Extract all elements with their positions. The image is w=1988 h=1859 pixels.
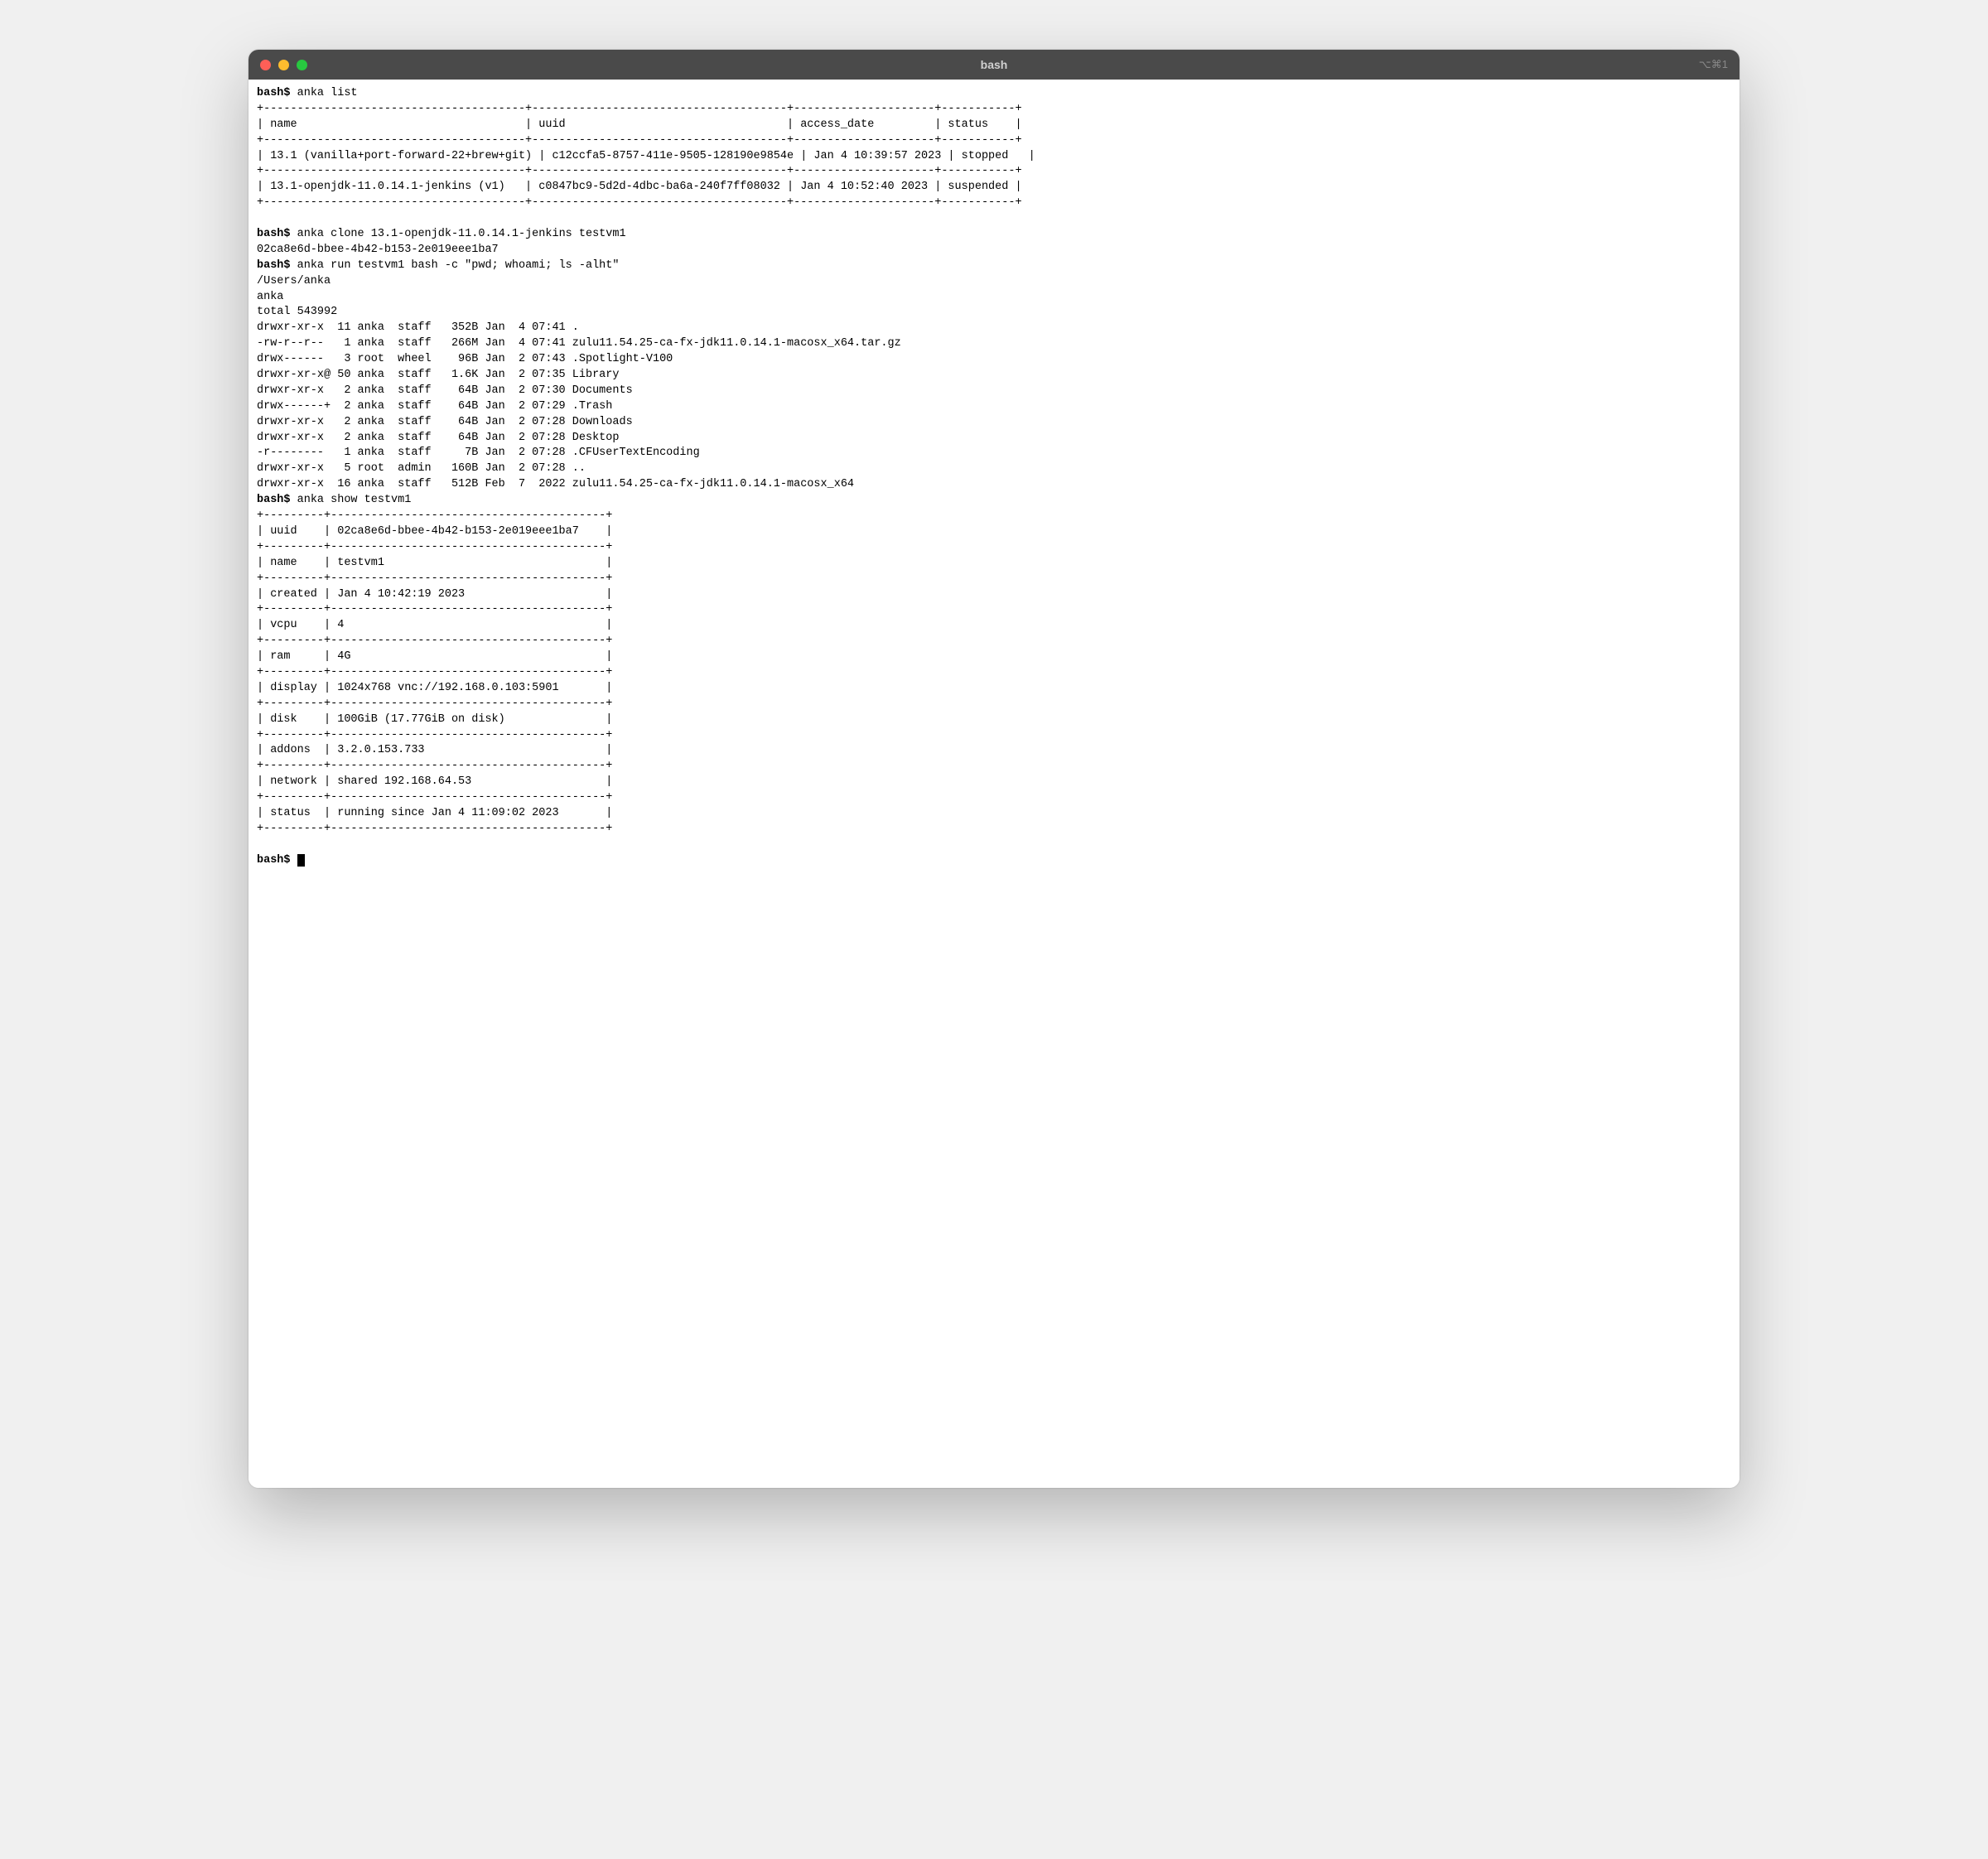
command-anka-run: anka run testvm1 bash -c "pwd; whoami; l…	[297, 259, 620, 272]
window-titlebar[interactable]: bash ⌥⌘1	[248, 50, 1740, 80]
command-anka-show: anka show testvm1	[297, 494, 412, 506]
anka-show-row: | ram | 4G |	[257, 650, 612, 663]
run-output-line: -r-------- 1 anka staff 7B Jan 2 07:28 .…	[257, 447, 700, 459]
anka-show-row: +---------+-----------------------------…	[257, 572, 612, 585]
window-pane-indicator: ⌥⌘1	[1699, 58, 1728, 71]
shell-prompt: bash$	[257, 259, 291, 272]
anka-list-row: | name | uuid | access_date | status |	[257, 118, 1022, 131]
anka-show-row: | uuid | 02ca8e6d-bbee-4b42-b153-2e019ee…	[257, 525, 612, 538]
run-output-line: drwx------+ 2 anka staff 64B Jan 2 07:29…	[257, 400, 612, 413]
anka-show-row: | addons | 3.2.0.153.733 |	[257, 744, 612, 756]
traffic-lights	[260, 60, 307, 70]
run-output-line: drwxr-xr-x 2 anka staff 64B Jan 2 07:28 …	[257, 416, 633, 428]
shell-prompt: bash$	[257, 854, 291, 867]
shell-prompt: bash$	[257, 228, 291, 240]
anka-show-row: +---------+-----------------------------…	[257, 823, 612, 835]
anka-show-row: | status | running since Jan 4 11:09:02 …	[257, 807, 612, 819]
clone-output: 02ca8e6d-bbee-4b42-b153-2e019eee1ba7	[257, 244, 499, 256]
run-output-line: drwx------ 3 root wheel 96B Jan 2 07:43 …	[257, 353, 673, 365]
shell-prompt: bash$	[257, 494, 291, 506]
anka-show-row: | network | shared 192.168.64.53 |	[257, 775, 612, 788]
anka-show-row: +---------+-----------------------------…	[257, 760, 612, 772]
anka-show-row: | created | Jan 4 10:42:19 2023 |	[257, 588, 612, 601]
anka-show-row: | display | 1024x768 vnc://192.168.0.103…	[257, 682, 612, 694]
run-output-line: /Users/anka	[257, 275, 331, 287]
run-output-line: drwxr-xr-x 16 anka staff 512B Feb 7 2022…	[257, 478, 854, 490]
anka-list-row: +---------------------------------------…	[257, 103, 1022, 115]
anka-list-row: | 13.1 (vanilla+port-forward-22+brew+git…	[257, 150, 1035, 162]
anka-show-row: | disk | 100GiB (17.77GiB on disk) |	[257, 713, 612, 726]
shell-prompt: bash$	[257, 87, 291, 99]
anka-show-row: | name | testvm1 |	[257, 557, 612, 569]
window-title: bash	[981, 58, 1008, 71]
run-output-line: total 543992	[257, 306, 337, 318]
anka-show-row: +---------+-----------------------------…	[257, 509, 612, 522]
run-output-line: drwxr-xr-x 2 anka staff 64B Jan 2 07:30 …	[257, 384, 633, 397]
anka-show-row: +---------+-----------------------------…	[257, 791, 612, 804]
minimize-icon[interactable]	[278, 60, 289, 70]
run-output-line: drwxr-xr-x 11 anka staff 352B Jan 4 07:4…	[257, 321, 579, 334]
anka-show-row: +---------+-----------------------------…	[257, 698, 612, 710]
run-output-line: drwxr-xr-x@ 50 anka staff 1.6K Jan 2 07:…	[257, 369, 619, 381]
terminal-window: bash ⌥⌘1 bash$ anka list +--------------…	[248, 50, 1740, 1488]
anka-show-row: +---------+-----------------------------…	[257, 603, 612, 616]
run-output-line: drwxr-xr-x 5 root admin 160B Jan 2 07:28…	[257, 462, 586, 475]
anka-show-row: | vcpu | 4 |	[257, 619, 612, 631]
anka-show-row: +---------+-----------------------------…	[257, 666, 612, 678]
command-anka-clone: anka clone 13.1-openjdk-11.0.14.1-jenkin…	[297, 228, 626, 240]
anka-show-row: +---------+-----------------------------…	[257, 541, 612, 553]
run-output-line: -rw-r--r-- 1 anka staff 266M Jan 4 07:41…	[257, 337, 901, 350]
run-output-line: drwxr-xr-x 2 anka staff 64B Jan 2 07:28 …	[257, 432, 619, 444]
run-output-line: anka	[257, 291, 283, 303]
maximize-icon[interactable]	[297, 60, 307, 70]
anka-list-row: +---------------------------------------…	[257, 134, 1022, 147]
command-anka-list: anka list	[297, 87, 358, 99]
anka-show-row: +---------+-----------------------------…	[257, 729, 612, 741]
anka-list-row: +---------------------------------------…	[257, 196, 1022, 209]
close-icon[interactable]	[260, 60, 271, 70]
anka-show-row: +---------+-----------------------------…	[257, 635, 612, 647]
cursor-icon	[297, 854, 305, 867]
terminal-output[interactable]: bash$ anka list +-----------------------…	[248, 80, 1740, 1488]
anka-list-row: | 13.1-openjdk-11.0.14.1-jenkins (v1) | …	[257, 181, 1022, 193]
anka-list-row: +---------------------------------------…	[257, 165, 1022, 177]
